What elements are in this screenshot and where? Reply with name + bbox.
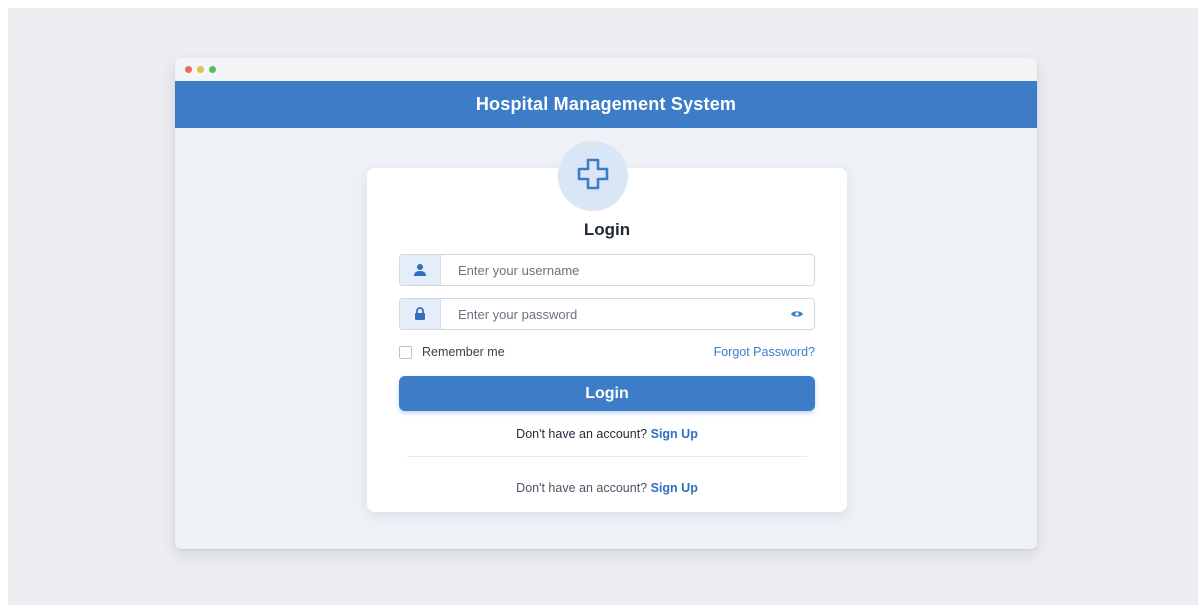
close-window-button[interactable] bbox=[185, 66, 192, 73]
app-window: Hospital Management System Login Enter y… bbox=[175, 58, 1037, 549]
forgot-password-link[interactable]: Forgot Password? bbox=[714, 345, 815, 359]
password-field bbox=[399, 298, 815, 330]
signup-prompt-text: Don't have an account? bbox=[516, 427, 648, 441]
remember-me[interactable]: Remember me bbox=[399, 345, 505, 359]
signup-prompt-text-secondary: Don't have an account? bbox=[516, 481, 648, 495]
app-title: Hospital Management System bbox=[475, 94, 737, 114]
login-card: Login Enter your username Remember me Fo… bbox=[367, 168, 847, 512]
eye-icon[interactable] bbox=[780, 299, 814, 329]
signup-link[interactable]: Sign Up bbox=[651, 427, 698, 441]
username-input[interactable] bbox=[441, 254, 814, 286]
logo-badge bbox=[558, 141, 628, 211]
app-header: Hospital Management System bbox=[175, 81, 1037, 128]
signup-link-secondary[interactable]: Sign Up bbox=[651, 481, 698, 495]
login-button[interactable]: Login bbox=[399, 376, 815, 411]
signup-prompt-secondary: Don't have an account? Sign Up bbox=[367, 481, 847, 495]
login-heading: Login bbox=[583, 220, 631, 239]
user-icon bbox=[400, 255, 441, 285]
medical-cross-icon bbox=[576, 157, 610, 196]
username-field bbox=[399, 254, 815, 286]
lock-icon bbox=[400, 299, 441, 329]
password-input[interactable] bbox=[441, 298, 780, 330]
window-titlebar bbox=[175, 58, 1037, 81]
signup-prompt: Don't have an account? Sign Up bbox=[367, 427, 847, 441]
minimize-window-button[interactable] bbox=[197, 66, 204, 73]
maximize-window-button[interactable] bbox=[209, 66, 216, 73]
remember-me-label: Remember me bbox=[422, 345, 505, 359]
divider bbox=[407, 456, 807, 457]
remember-me-checkbox[interactable] bbox=[399, 345, 412, 359]
